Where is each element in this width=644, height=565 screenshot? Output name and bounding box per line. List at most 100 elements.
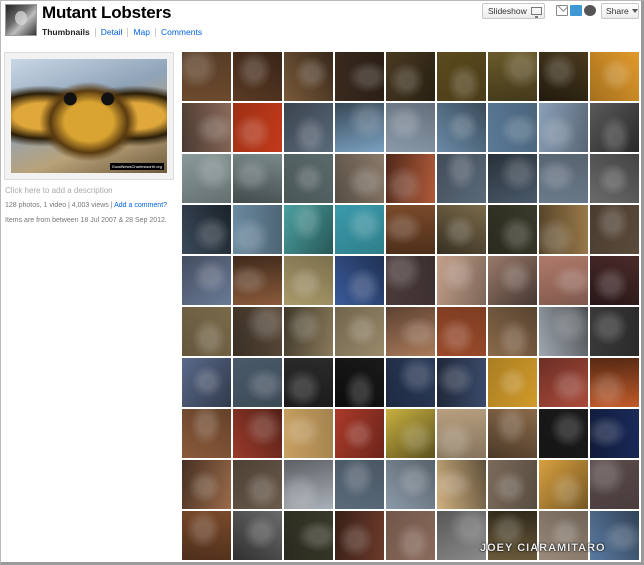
photo-thumbnail[interactable]: [233, 52, 282, 101]
photo-thumbnail[interactable]: [284, 256, 333, 305]
photo-thumbnail[interactable]: [386, 511, 435, 560]
photo-thumbnail[interactable]: [386, 307, 435, 356]
photo-thumbnail[interactable]: [182, 358, 231, 407]
photo-thumbnail[interactable]: [590, 409, 639, 458]
twitter-icon[interactable]: [570, 5, 582, 16]
photo-thumbnail[interactable]: [437, 103, 486, 152]
photo-thumbnail[interactable]: [335, 307, 384, 356]
photo-thumbnail[interactable]: [539, 103, 588, 152]
photo-thumbnail[interactable]: [539, 154, 588, 203]
photo-thumbnail[interactable]: [284, 409, 333, 458]
share-button[interactable]: Share: [601, 3, 639, 19]
photo-thumbnail[interactable]: [386, 52, 435, 101]
photo-thumbnail[interactable]: [590, 358, 639, 407]
photo-thumbnail[interactable]: [488, 103, 537, 152]
photo-thumbnail[interactable]: [182, 307, 231, 356]
tab-thumbnails[interactable]: Thumbnails: [42, 27, 95, 37]
photo-thumbnail[interactable]: [590, 103, 639, 152]
photo-thumbnail[interactable]: [539, 205, 588, 254]
photo-thumbnail[interactable]: [437, 511, 486, 560]
photo-thumbnail[interactable]: [386, 358, 435, 407]
photo-thumbnail[interactable]: [539, 52, 588, 101]
photo-thumbnail[interactable]: [386, 409, 435, 458]
photo-thumbnail[interactable]: [437, 52, 486, 101]
photo-thumbnail[interactable]: [233, 205, 282, 254]
wordpress-icon[interactable]: [584, 5, 596, 16]
photo-thumbnail[interactable]: [437, 256, 486, 305]
photo-thumbnail[interactable]: [284, 154, 333, 203]
photo-thumbnail[interactable]: [233, 511, 282, 560]
photo-thumbnail[interactable]: [335, 103, 384, 152]
photo-thumbnail[interactable]: [335, 256, 384, 305]
photo-thumbnail[interactable]: [437, 154, 486, 203]
photo-thumbnail[interactable]: [233, 154, 282, 203]
photo-thumbnail[interactable]: [182, 52, 231, 101]
photo-thumbnail[interactable]: [590, 307, 639, 356]
photo-thumbnail[interactable]: [437, 307, 486, 356]
photo-thumbnail[interactable]: [284, 307, 333, 356]
photo-thumbnail[interactable]: [233, 358, 282, 407]
photo-thumbnail[interactable]: [590, 154, 639, 203]
photo-thumbnail[interactable]: [335, 154, 384, 203]
photo-thumbnail[interactable]: [182, 205, 231, 254]
photo-thumbnail[interactable]: [386, 103, 435, 152]
photo-thumbnail[interactable]: [590, 205, 639, 254]
photo-thumbnail[interactable]: [182, 256, 231, 305]
photo-thumbnail[interactable]: [437, 460, 486, 509]
photo-thumbnail[interactable]: [539, 460, 588, 509]
photo-thumbnail[interactable]: [284, 103, 333, 152]
photo-thumbnail[interactable]: [386, 256, 435, 305]
photo-thumbnail[interactable]: [437, 409, 486, 458]
slideshow-button[interactable]: Slideshow: [482, 3, 545, 19]
photo-thumbnail[interactable]: [437, 358, 486, 407]
photo-thumbnail[interactable]: [539, 256, 588, 305]
add-comment-link[interactable]: Add a comment?: [114, 202, 167, 209]
add-description-link[interactable]: Click here to add a description: [5, 186, 113, 195]
photo-thumbnail[interactable]: [488, 307, 537, 356]
photo-thumbnail[interactable]: [233, 307, 282, 356]
photo-thumbnail[interactable]: [335, 409, 384, 458]
photo-thumbnail[interactable]: [335, 511, 384, 560]
photo-thumbnail[interactable]: [233, 103, 282, 152]
cover-photo[interactable]: GoodNewsCharlesworth.org: [11, 59, 167, 173]
photo-thumbnail[interactable]: [233, 460, 282, 509]
photo-thumbnail[interactable]: [488, 358, 537, 407]
photo-thumbnail[interactable]: [182, 511, 231, 560]
photo-thumbnail[interactable]: [488, 205, 537, 254]
photo-thumbnail[interactable]: [335, 52, 384, 101]
photo-thumbnail[interactable]: [284, 205, 333, 254]
tab-detail[interactable]: Detail: [96, 27, 128, 37]
set-cover[interactable]: GoodNewsCharlesworth.org: [4, 52, 174, 180]
photo-thumbnail[interactable]: [386, 205, 435, 254]
mail-icon[interactable]: [556, 5, 568, 16]
photo-thumbnail[interactable]: [284, 358, 333, 407]
photo-thumbnail[interactable]: [539, 358, 588, 407]
photo-thumbnail[interactable]: [488, 256, 537, 305]
tab-map[interactable]: Map: [128, 27, 155, 37]
photo-thumbnail[interactable]: [590, 52, 639, 101]
photo-thumbnail[interactable]: [182, 154, 231, 203]
photo-thumbnail[interactable]: [233, 409, 282, 458]
photo-thumbnail[interactable]: [182, 409, 231, 458]
photo-thumbnail[interactable]: [335, 460, 384, 509]
photo-thumbnail[interactable]: [182, 103, 231, 152]
photo-thumbnail[interactable]: [539, 409, 588, 458]
photo-thumbnail[interactable]: [284, 460, 333, 509]
photo-thumbnail[interactable]: [488, 460, 537, 509]
photo-thumbnail[interactable]: [590, 256, 639, 305]
photo-thumbnail[interactable]: [488, 52, 537, 101]
photo-thumbnail[interactable]: [233, 256, 282, 305]
photo-thumbnail[interactable]: [386, 154, 435, 203]
photo-thumbnail[interactable]: [539, 307, 588, 356]
photo-thumbnail[interactable]: [284, 511, 333, 560]
photo-thumbnail[interactable]: [488, 409, 537, 458]
photo-thumbnail[interactable]: [488, 154, 537, 203]
photo-thumbnail[interactable]: [590, 460, 639, 509]
user-avatar[interactable]: [5, 4, 37, 36]
photo-thumbnail[interactable]: [335, 205, 384, 254]
photo-thumbnail[interactable]: [284, 52, 333, 101]
tab-comments[interactable]: Comments: [156, 27, 207, 37]
photo-thumbnail[interactable]: [386, 460, 435, 509]
photo-thumbnail[interactable]: [437, 205, 486, 254]
photo-thumbnail[interactable]: [182, 460, 231, 509]
